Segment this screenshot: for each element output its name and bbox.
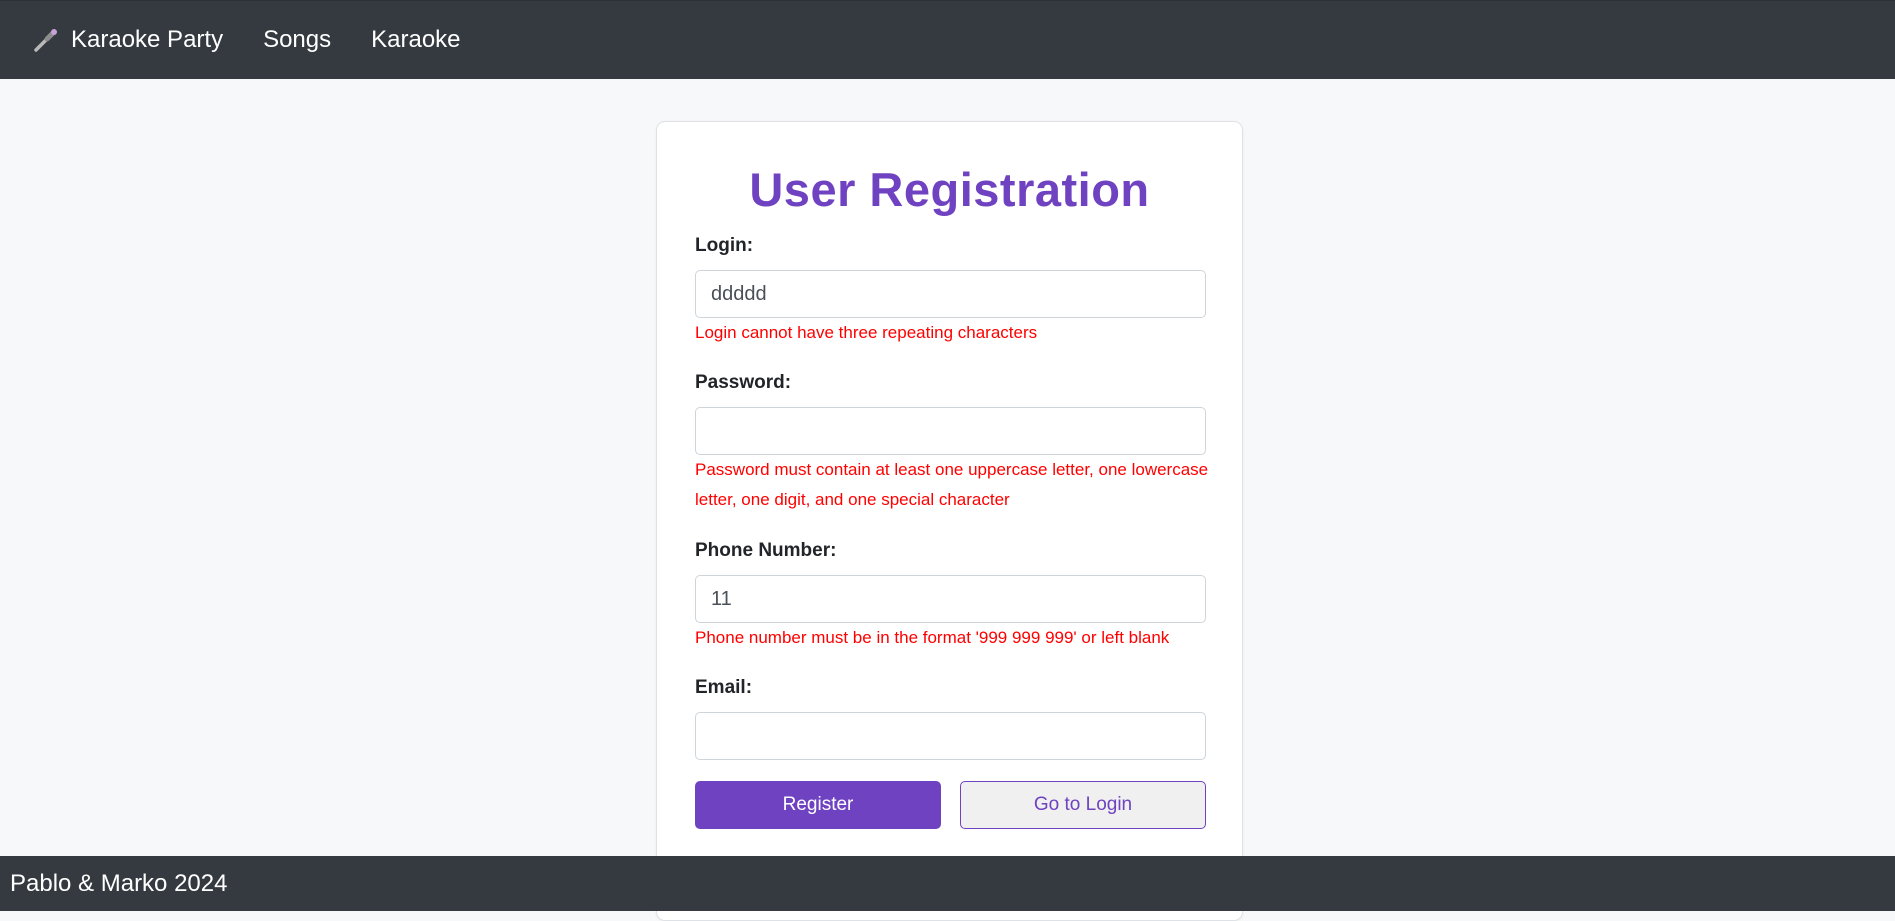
nav-link-songs[interactable]: Songs [263,26,331,54]
email-input[interactable] [695,712,1206,760]
page-title: User Registration [749,163,1150,216]
brand-label: Karaoke Party [71,26,224,53]
register-button[interactable]: Register [695,781,941,829]
password-error: Password must contain at least one upper… [695,460,1209,509]
password-input[interactable] [695,407,1206,455]
footer-text: Pablo & Marko 2024 [10,869,228,897]
login-input[interactable] [695,270,1206,318]
login-label: Login: [695,235,754,256]
nav-link-karaoke[interactable]: Karaoke [371,26,460,54]
registration-card: User Registration Login: Login cannot ha… [656,121,1243,921]
microphone-icon [33,27,59,53]
footer: Pablo & Marko 2024 [0,856,1895,911]
go-to-login-button[interactable]: Go to Login [960,781,1206,829]
phone-label: Phone Number: [695,540,837,561]
brand-link[interactable]: Karaoke Party [33,26,223,54]
top-navbar: Karaoke Party Songs Karaoke [0,0,1895,79]
password-label: Password: [695,372,792,393]
email-label: Email: [695,677,753,698]
phone-error: Phone number must be in the format '999 … [695,628,1170,647]
phone-input[interactable] [695,575,1206,623]
login-error: Login cannot have three repeating charac… [695,323,1038,342]
